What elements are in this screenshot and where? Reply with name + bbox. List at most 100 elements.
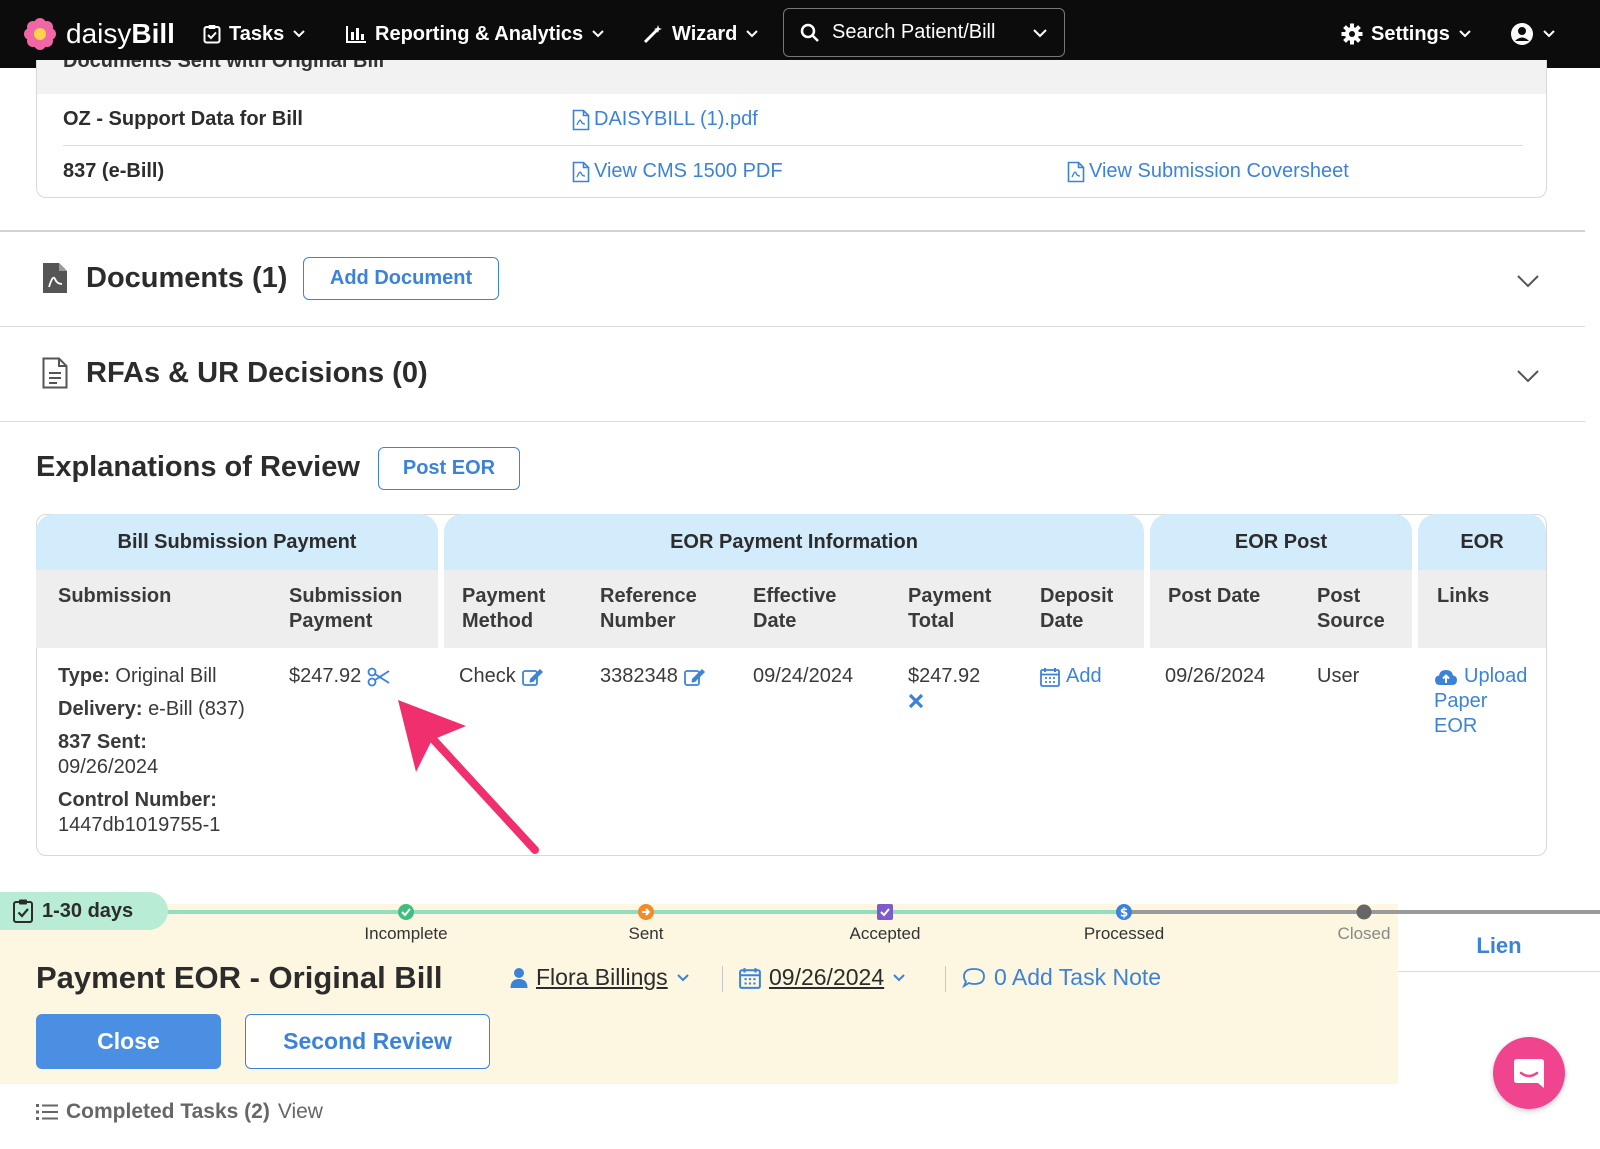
view-cms-1500-link[interactable]: View CMS 1500 PDF — [572, 160, 783, 183]
nav-user-menu[interactable] — [1510, 0, 1556, 68]
chevron-down-icon — [676, 973, 689, 981]
svg-text:$: $ — [1120, 906, 1128, 920]
rfas-section[interactable]: RFAs & UR Decisions (0) — [0, 327, 1585, 419]
meta-divider — [722, 966, 723, 992]
group-header-eor-payment: EOR Payment Information — [444, 514, 1144, 570]
chevron-down-icon[interactable] — [1516, 274, 1540, 288]
magic-wand-icon — [643, 25, 662, 44]
completed-view-link[interactable]: View — [278, 1100, 323, 1124]
post-source-cell: User — [1317, 665, 1360, 687]
brand-logo[interactable]: daisyBill — [24, 0, 175, 68]
section-divider — [0, 421, 1585, 422]
stage-accepted-check-icon — [877, 904, 893, 920]
pdf-file-icon — [572, 109, 590, 130]
nav-reporting[interactable]: Reporting & Analytics — [345, 0, 605, 68]
document-label: 837 (e-Bill) — [63, 160, 165, 182]
view-coversheet-link[interactable]: View Submission Coversheet — [1067, 160, 1349, 183]
search-placeholder: Search Patient/Bill — [832, 21, 996, 43]
document-row: OZ - Support Data for Bill DAISYBILL (1)… — [63, 94, 1523, 146]
brand-name: daisyBill — [66, 18, 175, 49]
stage-label-sent: Sent — [628, 924, 664, 943]
nav-settings[interactable]: Settings — [1341, 0, 1472, 68]
stage-closed-dot-icon — [1356, 904, 1372, 920]
chevron-down-icon — [293, 30, 305, 38]
chat-icon — [1514, 1059, 1544, 1088]
nav-tasks[interactable]: Tasks — [203, 0, 306, 68]
chevron-down-icon — [893, 973, 905, 981]
tab-lien[interactable]: Lien — [1398, 920, 1600, 972]
user-circle-icon — [1511, 23, 1533, 45]
nav-settings-label: Settings — [1371, 22, 1450, 45]
chat-launcher-button[interactable] — [1493, 1037, 1565, 1109]
chevron-down-icon — [592, 30, 604, 38]
post-eor-button[interactable]: Post EOR — [378, 447, 520, 490]
col-deposit-date: Deposit Date — [1040, 585, 1114, 632]
stage-processed-dollar-icon: $ — [1116, 904, 1132, 920]
chevron-down-icon — [1543, 30, 1555, 38]
gear-icon — [1341, 23, 1363, 45]
col-payment-total: Payment Total — [908, 585, 992, 632]
column-header-band — [1418, 570, 1546, 648]
documents-sent-card: Documents Sent with Original Bill OZ - S… — [36, 60, 1547, 198]
documents-title: Documents (1) — [86, 262, 288, 294]
post-date-cell: 09/26/2024 — [1165, 665, 1266, 687]
search-icon — [800, 23, 819, 42]
col-links: Links — [1437, 585, 1490, 607]
nav-tasks-label: Tasks — [229, 22, 285, 45]
submission-payment-amount: $247.92 — [289, 665, 362, 687]
clipboard-check-icon — [13, 899, 33, 923]
effective-date-cell: 09/24/2024 — [753, 665, 854, 687]
stage-sent-arrow-icon — [638, 904, 654, 920]
stage-label-processed: Processed — [1083, 924, 1165, 943]
close-task-button[interactable]: Close — [36, 1014, 221, 1069]
chevron-down-icon — [1459, 30, 1471, 38]
pdf-file-icon — [1067, 161, 1085, 182]
documents-sent-header: Documents Sent with Original Bill — [37, 60, 1546, 94]
document-row: 837 (e-Bill) View CMS 1500 PDF View Subm… — [63, 146, 1523, 198]
document-label: OZ - Support Data for Bill — [63, 108, 303, 130]
group-header-bill-submission: Bill Submission Payment — [36, 514, 438, 570]
add-deposit-date-link[interactable]: Add — [1040, 664, 1102, 689]
days-badge: 1-30 days — [0, 892, 168, 930]
completed-tasks-bar[interactable]: Completed Tasks (2) View — [36, 1100, 323, 1124]
top-nav: daisyBill Tasks Reporting & Analytics Wi… — [0, 0, 1600, 68]
edit-icon[interactable] — [683, 667, 706, 687]
daisybill-pdf-link[interactable]: DAISYBILL (1).pdf — [572, 108, 758, 131]
file-text-icon — [42, 357, 68, 389]
stage-label-accepted: Accepted — [849, 924, 921, 943]
group-header-eor-post: EOR Post — [1150, 514, 1412, 570]
bar-chart-icon — [346, 26, 366, 43]
clipboard-check-icon — [203, 25, 221, 44]
user-icon — [510, 967, 528, 988]
second-review-button[interactable]: Second Review — [245, 1014, 490, 1069]
nav-wizard[interactable]: Wizard — [642, 0, 759, 68]
speech-bubble-icon — [962, 967, 985, 988]
stage-label-incomplete: Incomplete — [364, 924, 448, 943]
documents-sent-heading: Documents Sent with Original Bill — [63, 60, 385, 72]
daisy-flower-icon — [24, 18, 56, 50]
cloud-upload-icon — [1435, 669, 1457, 685]
rfas-title: RFAs & UR Decisions (0) — [86, 357, 428, 389]
col-effective-date: Effective Date — [753, 585, 837, 632]
task-title: Payment EOR - Original Bill — [36, 960, 443, 995]
calendar-icon — [1040, 667, 1060, 687]
documents-section[interactable]: Documents (1) Add Document — [0, 232, 1585, 324]
col-reference-number: Reference Number — [600, 585, 697, 632]
add-document-button[interactable]: Add Document — [303, 257, 499, 300]
add-task-note-link[interactable]: 0 Add Task Note — [962, 964, 1161, 991]
upload-paper-eor-link[interactable]: Upload Paper EOR — [1434, 664, 1527, 739]
annotation-arrow-icon — [398, 700, 539, 854]
search-patient-bill[interactable]: Search Patient/Bill — [783, 8, 1065, 57]
due-date-dropdown[interactable]: 09/26/2024 — [739, 964, 906, 991]
chevron-down-icon[interactable] — [1516, 369, 1540, 383]
payment-total-cell: $247.92 — [908, 664, 980, 709]
stage-incomplete-check-icon — [398, 904, 414, 920]
list-icon — [36, 1104, 58, 1120]
remove-x-icon[interactable] — [908, 693, 924, 709]
chevron-down-icon — [746, 30, 759, 38]
pdf-document-icon — [43, 263, 67, 293]
nav-reporting-label: Reporting & Analytics — [375, 22, 584, 45]
assignee-dropdown[interactable]: Flora Billings — [510, 964, 690, 991]
col-post-source: Post Source — [1317, 585, 1385, 632]
calendar-icon — [739, 967, 761, 989]
